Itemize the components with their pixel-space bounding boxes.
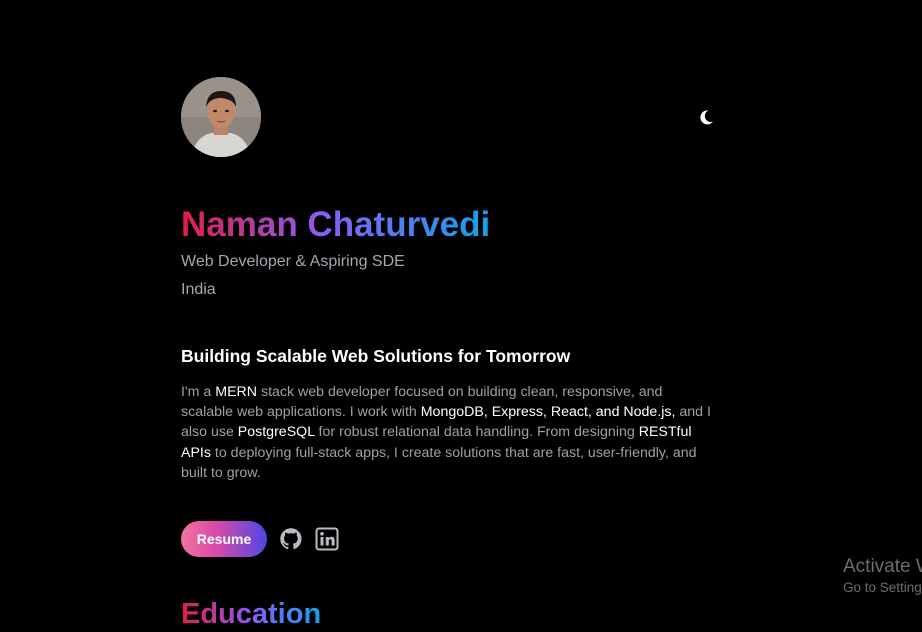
about-highlight: MERN <box>215 384 258 400</box>
about-highlight: PostgreSQL <box>237 424 315 441</box>
watermark-title: Activate Windows <box>843 556 922 577</box>
avatar <box>181 77 261 157</box>
github-icon <box>280 528 302 550</box>
avatar-photo <box>181 77 261 157</box>
portfolio-page: Naman Chaturvedi Web Developer & Aspirin… <box>0 0 922 632</box>
about-text-segment: I'm a <box>181 384 216 400</box>
linkedin-icon <box>315 527 339 551</box>
about-text-segment: for robust relational data handling. Fro… <box>314 424 639 441</box>
about-paragraph: I'm a MERN stack web developer focused o… <box>181 382 711 483</box>
profile-location: India <box>181 281 216 298</box>
about-headline: Building Scalable Web Solutions for Tomo… <box>181 346 571 366</box>
profile-subtitle: Web Developer & Aspiring SDE <box>181 253 405 270</box>
moon-icon <box>700 110 713 125</box>
education-heading: Education <box>181 598 322 630</box>
theme-toggle-button[interactable] <box>695 106 717 128</box>
activation-watermark: Activate Windows Go to Settings to activ… <box>843 555 922 597</box>
resume-button[interactable]: Resume <box>181 521 267 557</box>
profile-name: Naman Chaturvedi <box>181 203 490 247</box>
watermark-subtitle: Go to Settings to activate Windows. <box>843 580 922 595</box>
linkedin-link[interactable] <box>315 527 339 551</box>
about-text-segment: to deploying full-stack apps, I create s… <box>181 444 697 481</box>
about-highlight: MongoDB, Express, React, and Node.js, <box>420 404 676 421</box>
github-link[interactable] <box>279 527 303 551</box>
